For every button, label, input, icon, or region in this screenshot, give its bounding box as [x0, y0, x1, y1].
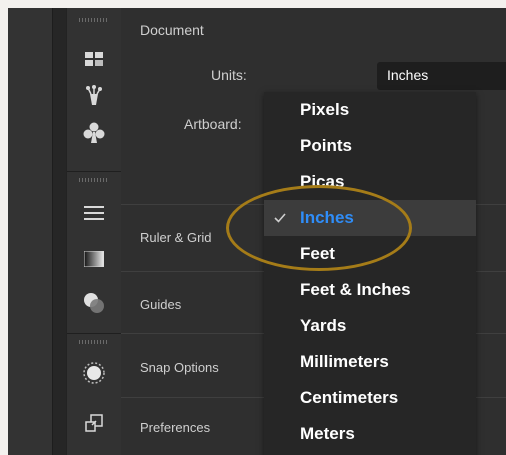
units-select-value: Inches — [387, 67, 429, 83]
units-option-points[interactable]: Points — [264, 128, 476, 164]
artboard-label: Artboard: — [184, 116, 242, 132]
club-symbol-icon[interactable] — [72, 118, 116, 148]
app-window: Document Units: Inches Artboard: Ruler &… — [8, 8, 506, 455]
units-option-inches[interactable]: Inches — [264, 200, 476, 236]
preferences-section-title[interactable]: Preferences — [140, 420, 210, 435]
tool-separator — [67, 333, 121, 334]
left-panel-edge — [52, 8, 67, 455]
units-option-yards[interactable]: Yards — [264, 308, 476, 344]
gradient-icon[interactable] — [72, 244, 116, 274]
units-option-centimeters[interactable]: Centimeters — [264, 380, 476, 416]
units-option-feet[interactable]: Feet — [264, 236, 476, 272]
units-option-feet-inches[interactable]: Feet & Inches — [264, 272, 476, 308]
artboards-icon[interactable] — [72, 44, 116, 74]
document-section-title: Document — [140, 22, 204, 38]
units-select[interactable]: Inches — [377, 62, 506, 90]
puppet-warp-icon[interactable] — [72, 80, 116, 110]
units-dropdown-menu: Pixels Points Picas Inches Feet Feet & I… — [264, 92, 476, 455]
units-option-picas[interactable]: Picas — [264, 164, 476, 200]
guides-section-title[interactable]: Guides — [140, 297, 181, 312]
tool-panel — [66, 8, 122, 455]
align-icon[interactable] — [72, 198, 116, 228]
units-option-inches-label: Inches — [300, 208, 354, 227]
snap-options-section-title[interactable]: Snap Options — [140, 360, 219, 375]
units-option-millimeters[interactable]: Millimeters — [264, 344, 476, 380]
left-panel-strip — [8, 8, 52, 455]
export-icon[interactable] — [72, 408, 116, 438]
panel-grip[interactable] — [79, 340, 109, 344]
ruler-grid-section-title[interactable]: Ruler & Grid — [140, 230, 212, 245]
tool-separator — [67, 171, 121, 172]
panel-grip[interactable] — [79, 178, 109, 182]
panel-grip[interactable] — [79, 18, 109, 22]
transparency-icon[interactable] — [72, 288, 116, 318]
units-option-pixels[interactable]: Pixels — [264, 92, 476, 128]
units-option-meters[interactable]: Meters — [264, 416, 476, 452]
units-label: Units: — [211, 67, 247, 83]
appearance-icon[interactable] — [72, 358, 116, 388]
